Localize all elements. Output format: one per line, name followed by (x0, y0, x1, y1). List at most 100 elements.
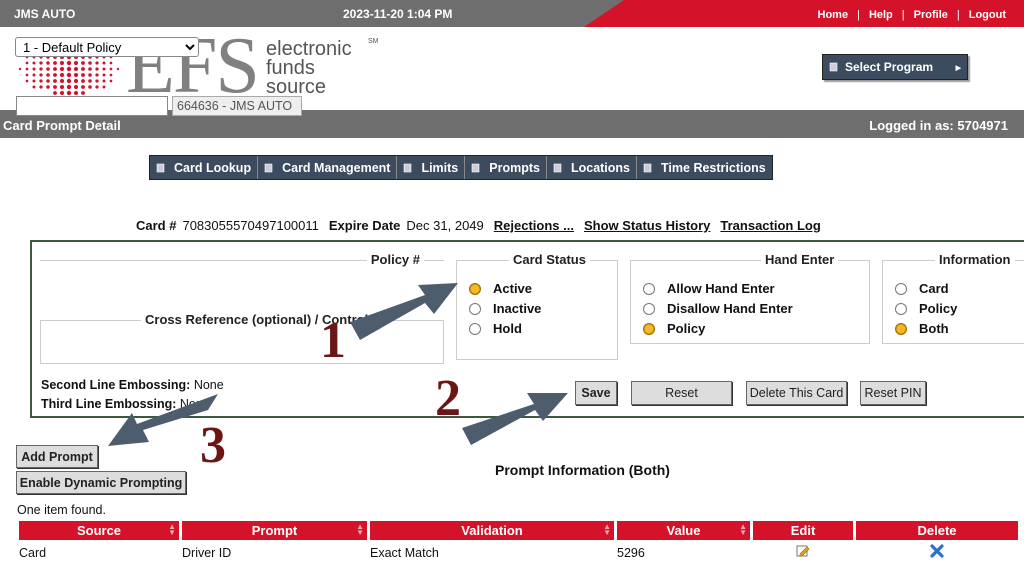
save-button[interactable]: Save (575, 381, 617, 405)
logo-dot (59, 78, 65, 84)
embossing-label: Second Line Embossing: (41, 378, 191, 392)
hand-enter-fieldset: Hand Enter Allow Hand Enter Disallow Han… (630, 252, 870, 344)
current-datetime: 2023-11-20 1:04 PM (343, 7, 453, 21)
allow-hand-enter-radio[interactable]: Allow Hand Enter (643, 281, 775, 296)
reset-button[interactable]: Reset (631, 381, 732, 405)
logo-dot (39, 73, 43, 77)
logo-dot (95, 67, 99, 71)
logo-tagline: electronic funds source (266, 39, 352, 97)
logo-dot (73, 60, 79, 66)
logo-dot (46, 67, 50, 71)
radio-label: Disallow Hand Enter (667, 301, 793, 316)
info-policy-radio[interactable]: Policy (895, 301, 957, 316)
logo-dot (95, 79, 99, 83)
tab-label: Limits (421, 160, 459, 175)
logo-dot (66, 66, 72, 72)
status-hold-radio[interactable]: Hold (469, 321, 522, 336)
logo-dot (88, 61, 92, 65)
delete-card-button[interactable]: Delete This Card (746, 381, 847, 405)
tab-time-restrictions[interactable]: Time Restrictions (637, 156, 772, 179)
logo-dot (95, 85, 99, 89)
radio-icon (895, 302, 907, 315)
column-header-source[interactable]: Source ▲ ▼ (19, 521, 179, 540)
information-fieldset: Information Card Policy Both (882, 252, 1024, 344)
sort-icon: ▲ ▼ (168, 522, 176, 537)
column-header-value[interactable]: Value ▲ ▼ (617, 521, 750, 540)
rejections-link[interactable]: Rejections ... (494, 218, 574, 233)
card-nav-tabs: Card Lookup Card Management Limits Promp… (149, 155, 773, 180)
logout-link[interactable]: Logout (969, 9, 1006, 21)
column-header-validation[interactable]: Validation ▲ ▼ (370, 521, 614, 540)
reset-pin-button[interactable]: Reset PIN (860, 381, 926, 405)
logo-dot (66, 78, 72, 84)
radio-label: Policy (919, 301, 958, 316)
logo-dot (73, 72, 79, 78)
delete-x-icon[interactable] (930, 544, 944, 558)
disallow-hand-enter-radio[interactable]: Disallow Hand Enter (643, 301, 793, 316)
logo-dot (73, 84, 79, 90)
document-icon (829, 62, 838, 72)
logo-dot (109, 67, 113, 71)
logo-dot (73, 90, 79, 96)
logo-service-mark: SM (368, 38, 379, 45)
transaction-log-link[interactable]: Transaction Log (720, 218, 820, 233)
tab-locations[interactable]: Locations (546, 156, 638, 179)
control-readonly-field: 664636 - JMS AUTO (172, 96, 302, 116)
info-both-radio[interactable]: Both (895, 321, 949, 336)
cross-reference-input[interactable] (16, 96, 168, 116)
prompt-information-title: Prompt Information (Both) (495, 462, 670, 478)
status-inactive-radio[interactable]: Inactive (469, 301, 541, 316)
logo-dot (88, 73, 92, 77)
edit-pencil-icon[interactable] (796, 544, 810, 558)
radio-selected-icon (469, 282, 481, 295)
status-history-link[interactable]: Show Status History (584, 218, 710, 233)
radio-icon (469, 322, 481, 335)
radio-label: Allow Hand Enter (667, 281, 775, 296)
logo-dot (53, 85, 57, 89)
policy-select[interactable]: 1 - Default Policy (15, 37, 199, 57)
logo-dot (59, 60, 65, 66)
policy-hand-enter-radio[interactable]: Policy (643, 321, 705, 336)
logo-dot (109, 73, 113, 77)
tab-limits[interactable]: Limits (397, 156, 466, 179)
home-link[interactable]: Home (818, 9, 849, 21)
logo-dot (59, 72, 65, 78)
tab-card-lookup[interactable]: Card Lookup (150, 156, 259, 179)
column-header-edit: Edit (753, 521, 853, 540)
logo-dot (81, 85, 85, 89)
tab-label: Locations (570, 160, 631, 175)
logo-dot (73, 78, 79, 84)
logo-dot (66, 84, 72, 90)
cell-prompt: Driver ID (182, 545, 232, 560)
expire-date: Dec 31, 2049 (406, 218, 484, 233)
tab-card-management[interactable]: Card Management (258, 156, 398, 179)
logo-dot (32, 67, 36, 71)
logo-dot (116, 67, 120, 71)
document-icon (404, 163, 412, 172)
logo-dot (102, 61, 106, 65)
header-label: Validation (461, 523, 523, 538)
logo-dot (88, 67, 92, 71)
logo-dot (73, 66, 79, 72)
info-card-radio[interactable]: Card (895, 281, 949, 296)
tab-prompts[interactable]: Prompts (465, 156, 547, 179)
annotation-number-1: 1 (320, 312, 346, 369)
add-prompt-button[interactable]: Add Prompt (16, 445, 98, 468)
status-active-radio[interactable]: Active (469, 281, 532, 296)
sort-icon: ▲ ▼ (603, 522, 611, 537)
logo-dot (18, 67, 22, 71)
cross-reference-fieldset: Cross Reference (optional) / Control (40, 312, 444, 364)
prompt-table: Source ▲ ▼ Prompt ▲ ▼ Validation ▲ ▼ Value ▲ ▼ E… (16, 521, 1021, 562)
items-found-text: One item found. (17, 503, 106, 517)
logo-dot (66, 60, 72, 66)
help-link[interactable]: Help (869, 9, 893, 21)
enable-dynamic-prompting-button[interactable]: Enable Dynamic Prompting (16, 471, 186, 494)
embossing-label: Third Line Embossing: (41, 397, 177, 411)
logo-dot (53, 91, 57, 95)
sort-icon: ▲ ▼ (739, 522, 747, 537)
select-program-button[interactable]: Select Program ▶ (822, 54, 968, 80)
profile-link[interactable]: Profile (914, 9, 948, 21)
column-header-prompt[interactable]: Prompt ▲ ▼ (182, 521, 367, 540)
logo-dot (25, 79, 29, 83)
radio-label: Active (493, 281, 533, 296)
